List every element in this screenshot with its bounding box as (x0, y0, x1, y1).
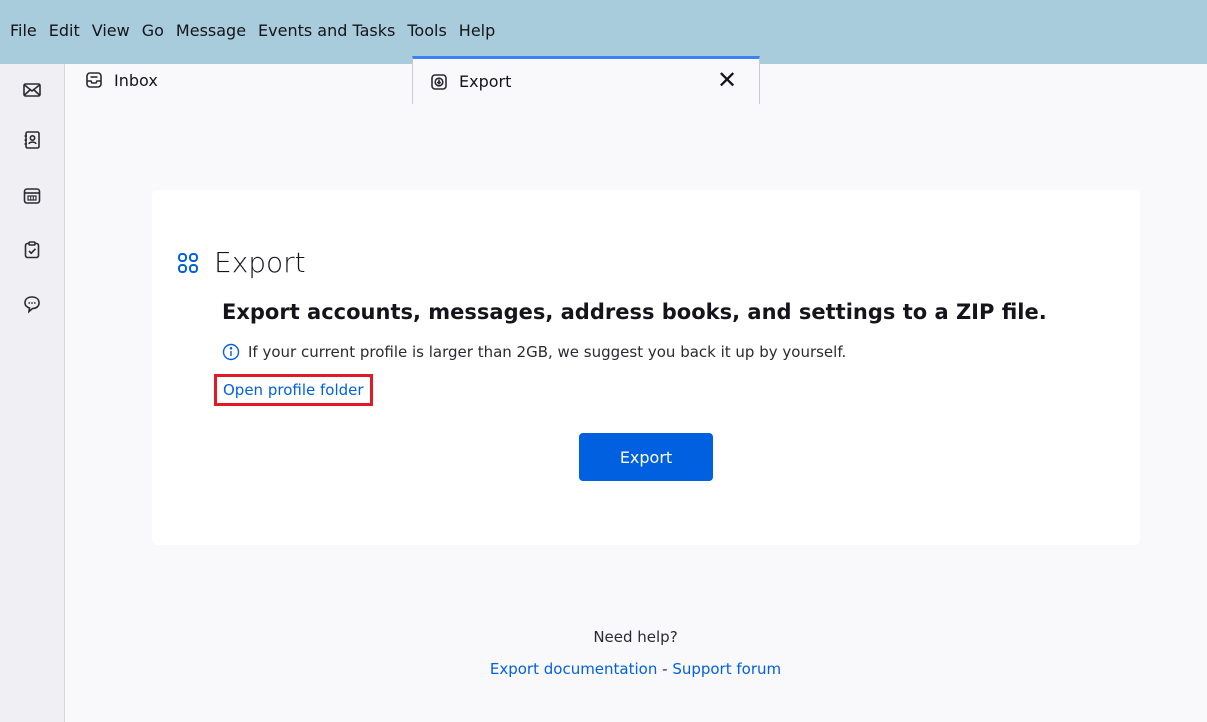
spaces-toolbar (0, 64, 65, 722)
menu-items: File Edit View Go Message Events and Tas… (4, 20, 501, 42)
export-icon (429, 72, 449, 92)
grid-icon (176, 251, 200, 275)
menu-events-and-tasks[interactable]: Events and Tasks (252, 20, 401, 42)
tab-export-label: Export (459, 72, 512, 91)
address-book-icon[interactable] (20, 128, 44, 152)
menu-view[interactable]: View (86, 20, 136, 42)
menu-go[interactable]: Go (136, 20, 170, 42)
menu-file[interactable]: File (4, 20, 43, 42)
page-title: Export (214, 246, 306, 279)
export-description: Export accounts, messages, address books… (222, 300, 1047, 324)
menubar: File Edit View Go Message Events and Tas… (0, 0, 1207, 64)
tab-inbox[interactable]: Inbox (64, 56, 412, 104)
app-window: File Edit View Go Message Events and Tas… (0, 0, 1207, 722)
link-separator: - (657, 660, 673, 678)
export-card: Export Export accounts, messages, addres… (152, 190, 1140, 545)
info-icon (222, 343, 240, 361)
chat-icon[interactable] (20, 292, 44, 316)
card-header: Export (176, 246, 306, 279)
mail-icon[interactable] (20, 78, 44, 102)
inbox-icon (84, 70, 104, 90)
close-icon[interactable]: ✕ (717, 66, 737, 94)
support-forum-link[interactable]: Support forum (672, 660, 781, 678)
open-profile-folder-link[interactable]: Open profile folder (214, 374, 373, 406)
menu-edit[interactable]: Edit (43, 20, 86, 42)
calendar-icon[interactable] (20, 184, 44, 208)
tab-inbox-label: Inbox (114, 70, 158, 90)
info-message: If your current profile is larger than 2… (222, 343, 846, 361)
tab-bar: Inbox Export ✕ (64, 56, 1207, 104)
tasks-icon[interactable] (20, 238, 44, 262)
menu-help[interactable]: Help (453, 20, 501, 42)
export-documentation-link[interactable]: Export documentation (490, 660, 657, 678)
export-button[interactable]: Export (579, 433, 713, 481)
help-links: Export documentation - Support forum (64, 660, 1207, 678)
menu-message[interactable]: Message (170, 20, 252, 42)
menu-tools[interactable]: Tools (401, 20, 452, 42)
help-heading: Need help? (593, 628, 678, 646)
info-text: If your current profile is larger than 2… (248, 343, 847, 361)
tab-export[interactable]: Export ✕ (412, 56, 760, 104)
